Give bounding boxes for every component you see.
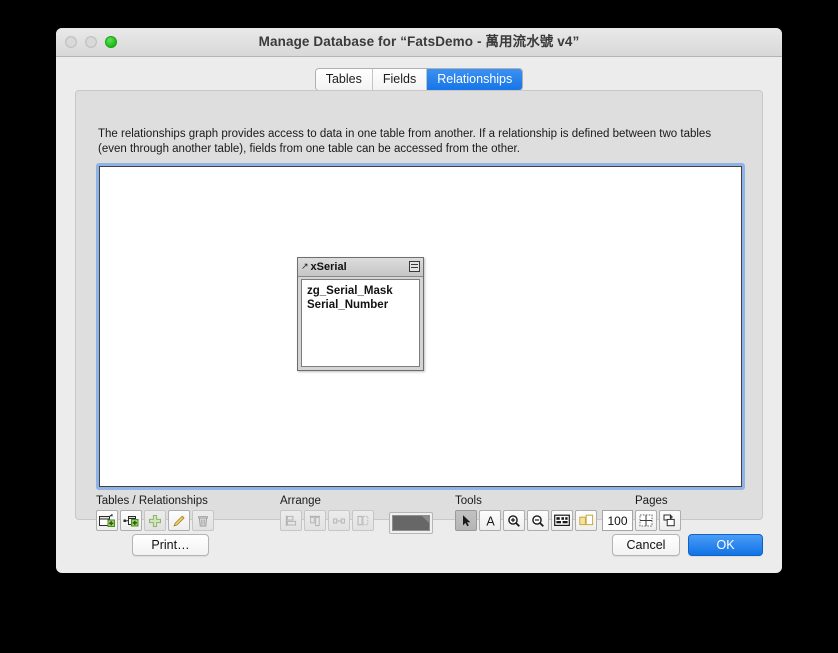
table-field-list[interactable]: zg_Serial_Mask Serial_Number (301, 279, 420, 367)
relationships-panel: The relationships graph provides access … (75, 90, 763, 534)
panel-description: The relationships graph provides access … (98, 128, 712, 155)
group-label-pages: Pages (635, 495, 668, 507)
tab-tables[interactable]: Tables (315, 68, 373, 90)
list-item[interactable]: Serial_Number (307, 298, 414, 312)
relationships-graph-focus-ring: ↗ xSerial zg_Serial_Mask Serial_Number (96, 163, 745, 490)
list-item[interactable]: zg_Serial_Mask (307, 284, 414, 298)
tab-group: Tables Fields Relationships (314, 67, 524, 91)
group-label-tools: Tools (455, 495, 482, 507)
relationships-graph-canvas[interactable]: ↗ xSerial zg_Serial_Mask Serial_Number (99, 166, 742, 487)
print-button[interactable]: Print… (132, 534, 209, 556)
window-title: Manage Database for “FatsDemo - 萬用流水號 v4… (258, 34, 580, 49)
tab-relationships[interactable]: Relationships (427, 68, 523, 90)
group-label-tables-relationships: Tables / Relationships (96, 495, 208, 507)
tab-fields[interactable]: Fields (372, 68, 428, 90)
external-source-arrow-icon: ↗ (301, 260, 309, 271)
manage-database-window: Manage Database for “FatsDemo - 萬用流水號 v4… (56, 28, 782, 573)
table-card-header[interactable]: ↗ xSerial (298, 258, 423, 277)
table-options-icon[interactable] (409, 261, 420, 272)
group-label-arrange: Arrange (280, 495, 321, 507)
table-occurrence-card[interactable]: ↗ xSerial zg_Serial_Mask Serial_Number (297, 257, 424, 371)
table-card-title: xSerial (310, 261, 347, 273)
dialog-footer: Print… Cancel OK (56, 520, 782, 573)
cancel-button[interactable]: Cancel (612, 534, 680, 556)
ok-button[interactable]: OK (688, 534, 763, 556)
window-titlebar: Manage Database for “FatsDemo - 萬用流水號 v4… (56, 28, 782, 57)
